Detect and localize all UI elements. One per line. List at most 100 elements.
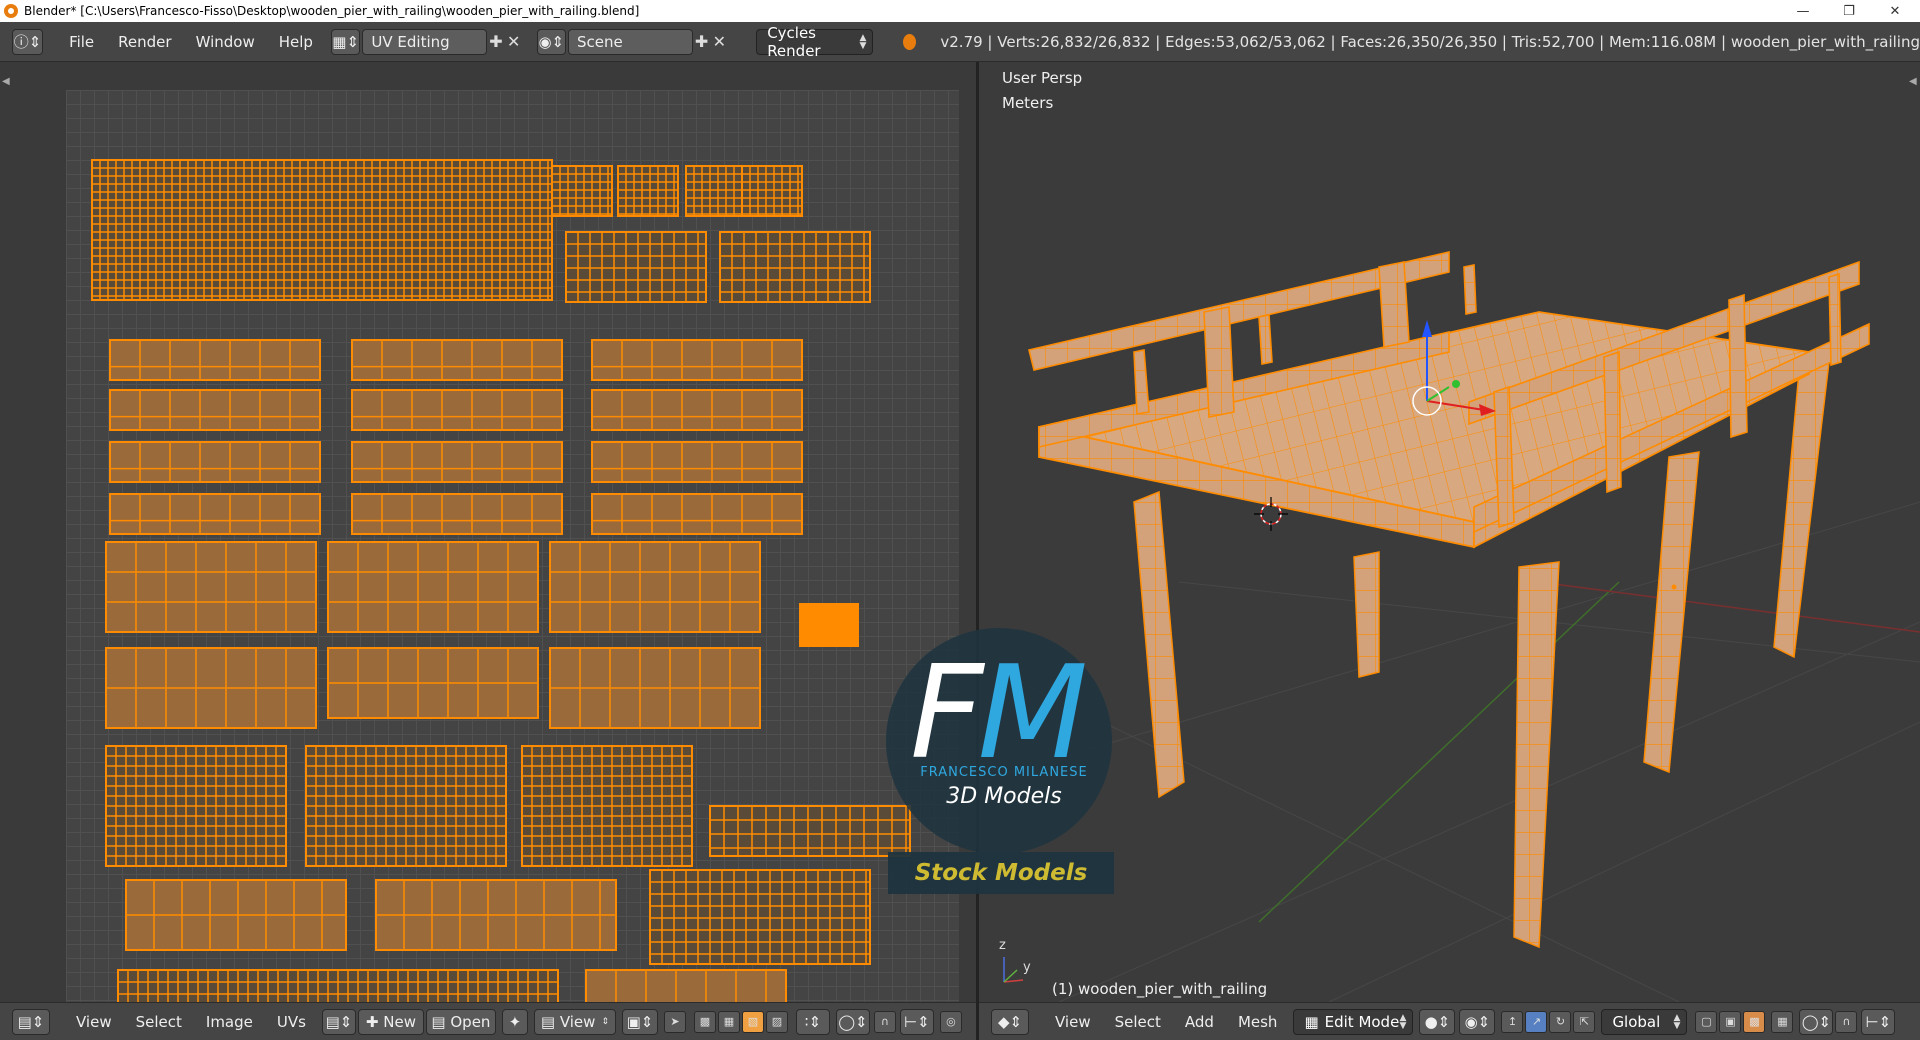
remove-screen-icon[interactable]: ✕ [505,31,523,53]
uv-menu-select[interactable]: Select [124,1013,194,1031]
uv-island[interactable] [585,969,787,1002]
uv-island[interactable] [685,165,747,217]
scale-manipulator-icon[interactable]: ⇱ [1573,1010,1596,1033]
snap-target-icon[interactable]: ⊢⇕ [1861,1008,1896,1035]
snap-element-icon[interactable]: ⊢⇕ [899,1008,934,1035]
view-mode-select[interactable]: ▤ View ⇕ [533,1008,616,1035]
uv-island[interactable] [591,441,803,483]
close-icon[interactable]: ✕ [1872,0,1918,22]
proportional-edit-icon[interactable]: ◯⇕ [835,1008,870,1035]
uv-island[interactable] [591,389,803,431]
render-engine-select[interactable]: Cycles Render ▲ ▼ [756,24,874,60]
uv-island[interactable] [351,493,563,535]
blender-logo-icon [4,4,18,18]
mode-select[interactable]: ▦ Edit Mode ▲ ▼ [1293,1008,1414,1035]
editor-type-info-button[interactable]: ⓘ⇕ [12,28,44,55]
uv-island[interactable] [105,647,317,729]
pivot-icon[interactable]: ▣⇕ [621,1008,658,1035]
uv-menu-image[interactable]: Image [194,1013,265,1031]
3d-menu-view[interactable]: View [1043,1013,1103,1031]
uv-island[interactable] [709,805,911,857]
scene-icon[interactable]: ◉⇕ [536,28,567,55]
remove-scene-icon[interactable]: ✕ [710,31,728,53]
sync-select-icon[interactable]: ▩ [693,1010,716,1033]
uv-island[interactable] [125,879,347,951]
menu-file[interactable]: File [57,33,106,51]
uv-island[interactable] [327,541,539,633]
menu-help[interactable]: Help [267,33,325,51]
minimize-icon[interactable]: — [1780,0,1826,22]
uv-island[interactable] [109,493,321,535]
uv-menu-uvs[interactable]: UVs [265,1013,318,1031]
uv-island[interactable] [617,165,679,217]
limit-selection-icon[interactable]: ▦ [1771,1010,1794,1033]
proportional-editing-icon[interactable]: ◯⇕ [1799,1008,1834,1035]
vertex-select-mode-icon[interactable]: ▢ [1695,1010,1718,1033]
uv-extra-icon[interactable]: ◎ [939,1010,962,1033]
translate-manipulator-icon[interactable]: ↗ [1525,1010,1548,1033]
uv-island[interactable] [351,441,563,483]
menu-render[interactable]: Render [106,33,183,51]
uv-grid[interactable] [66,90,959,1002]
edge-select-mode-icon[interactable]: ▣ [1719,1010,1742,1033]
rotate-manipulator-icon[interactable]: ↻ [1549,1010,1572,1033]
screen-layout-icon[interactable]: ▦⇕ [330,28,361,55]
uv-island[interactable] [565,231,707,303]
uv-island[interactable] [91,159,553,301]
uv-island[interactable] [375,879,617,951]
3d-menu-select[interactable]: Select [1103,1013,1173,1031]
3d-menu-mesh[interactable]: Mesh [1226,1013,1290,1031]
pier-model-render[interactable] [979,62,1920,1002]
new-image-button[interactable]: ✚ New [357,1008,424,1035]
uv-island[interactable] [109,339,321,381]
screen-layout-field[interactable]: UV Editing [362,28,488,55]
pivot-point-select[interactable]: ◉⇕ [1459,1008,1496,1035]
face-select-icon[interactable]: ▧ [741,1010,764,1033]
open-image-button[interactable]: ▤ Open [425,1008,496,1035]
uv-island[interactable] [719,231,871,303]
uv-island[interactable] [109,389,321,431]
uv-island[interactable] [551,165,613,217]
uv-image-editor[interactable]: ◀ [0,62,976,1002]
cursor-tool-icon[interactable]: ➤ [663,1010,686,1033]
uv-island[interactable] [591,339,803,381]
uv-island[interactable] [305,745,507,867]
orientation-select[interactable]: Global ▲ ▼ [1601,1008,1688,1035]
menu-window[interactable]: Window [184,33,267,51]
vertex-select-icon[interactable]: ▦ [717,1010,740,1033]
3d-menu-add[interactable]: Add [1173,1013,1226,1031]
snap-icon[interactable]: ∩ [873,1010,896,1033]
scene-field[interactable]: Scene [568,28,693,55]
uv-island[interactable] [105,541,317,633]
uv-island[interactable] [109,441,321,483]
snap-toggle-icon[interactable]: ∩ [1835,1010,1858,1033]
uv-island[interactable] [649,869,871,965]
pin-icon[interactable]: ✦ [501,1008,528,1035]
uv-island[interactable] [549,541,761,633]
uv-island[interactable] [521,745,693,867]
uv-island[interactable] [351,339,563,381]
region-expand-icon[interactable]: ◀ [2,76,10,87]
uv-islands[interactable] [66,90,959,1002]
uv-island[interactable] [105,745,287,867]
image-browse-icon[interactable]: ▤⇕ [321,1008,356,1035]
uv-island[interactable] [591,493,803,535]
manipulator-toggle-icon[interactable]: ↥ [1501,1010,1524,1033]
uv-island[interactable] [549,647,761,729]
uv-island[interactable] [117,969,559,1002]
uv-island[interactable] [799,603,859,647]
face-select-mode-icon[interactable]: ▩ [1743,1010,1766,1033]
restore-icon[interactable]: ❐ [1826,0,1872,22]
island-select-icon[interactable]: ▨ [765,1010,788,1033]
editor-type-uv-button[interactable]: ▤⇕ [12,1008,50,1035]
uv-island[interactable] [741,165,803,217]
uv-menu-view[interactable]: View [64,1013,124,1031]
shading-select[interactable]: ●⇕ [1419,1008,1456,1035]
add-screen-icon[interactable]: ✚ [487,31,505,53]
uv-island[interactable] [327,647,539,719]
add-scene-icon[interactable]: ✚ [693,31,711,53]
3d-viewport[interactable]: User Persp Meters ◀ y z (1) wooden_pier_… [979,62,1920,1002]
editor-type-3d-button[interactable]: ◆⇕ [991,1008,1029,1035]
sticky-select-icon[interactable]: ∶⇕ [795,1008,830,1035]
uv-island[interactable] [351,389,563,431]
